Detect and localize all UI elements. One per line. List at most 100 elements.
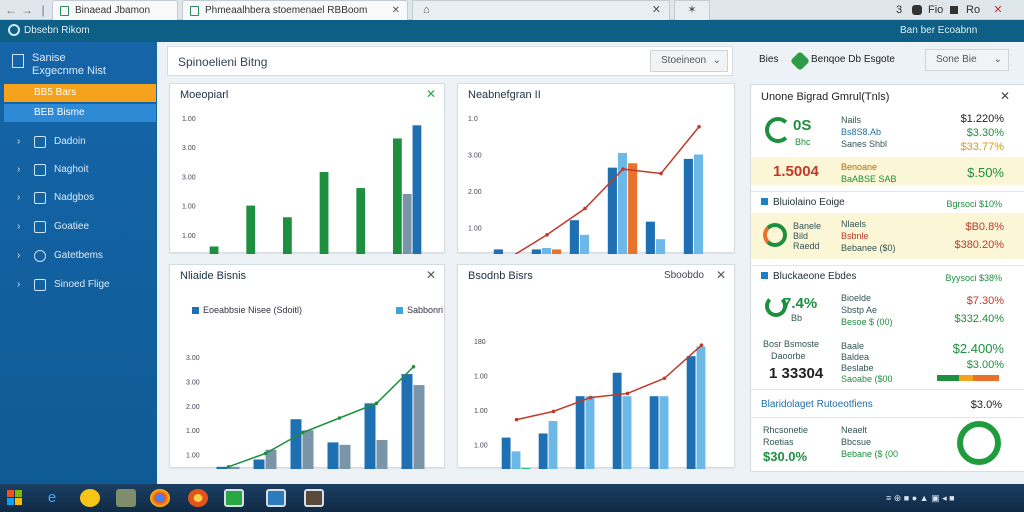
bar: [521, 467, 531, 469]
trend-point: [659, 171, 663, 176]
sidebar-tab-secondary[interactable]: BEB Bisme: [4, 104, 156, 122]
sidebar-item-label: Naghoit: [54, 164, 89, 175]
card-icon: [34, 221, 46, 233]
sidebar-item-label: Gatetbems: [54, 250, 103, 261]
main-content: Spinoelieni Bitng Stoeineon ⌄ Bies Benqo…: [157, 42, 1024, 484]
stat-label: Bebane ($ (00: [841, 449, 899, 459]
extension-icon[interactable]: [950, 6, 958, 14]
stat-label: Baale: [841, 341, 865, 351]
explorer-icon[interactable]: [80, 489, 100, 507]
stat-label: Nlaels: [841, 219, 867, 229]
stat-label: Besoe $ (00): [841, 317, 893, 327]
app-title: Dbsebn Rikom: [24, 25, 90, 36]
folder-icon[interactable]: [116, 489, 136, 507]
bar-chart-2: 1.03.002.001.001.00SatSaitSautSinolaoeMl…: [468, 116, 704, 254]
bar: [649, 396, 659, 469]
stat-label: Baldea: [841, 352, 870, 362]
bar: [253, 459, 265, 469]
page-title: Spinoelieni Bitng: [178, 55, 268, 69]
bar: [579, 234, 590, 254]
page-icon: [60, 6, 69, 16]
stat-label: Raedd: [793, 241, 820, 251]
app-logo-icon: [8, 24, 20, 36]
browser-tab-1[interactable]: Binaead Jbamon: [52, 0, 178, 20]
bar: [552, 249, 562, 254]
chrome-icon[interactable]: [150, 489, 170, 507]
bar: [501, 437, 511, 469]
divider: [751, 417, 1024, 418]
extension-icon[interactable]: [912, 5, 922, 15]
store-icon[interactable]: [304, 489, 324, 507]
stat-label: Bbcsue: [841, 437, 872, 447]
close-icon[interactable]: ✕: [392, 1, 400, 20]
edge-icon[interactable]: e: [42, 489, 62, 507]
bar-chart-1: 1.003.003.001.001.0000SaoSaiSaitSbtkNldB…: [182, 116, 422, 254]
trend-point: [545, 233, 549, 237]
chart-card-3: Nliaide Bisnis ✕ Eoeabbsie Nisee (Sdoitl…: [169, 264, 445, 469]
bar: [356, 188, 366, 254]
toolbar-text-ro[interactable]: Ro: [966, 0, 980, 20]
filter-dropdown[interactable]: Stoeineon ⌄: [650, 50, 728, 72]
close-icon[interactable]: ✕: [652, 1, 661, 20]
start-icon[interactable]: [7, 490, 23, 506]
arrow-left-icon[interactable]: ←: [4, 2, 18, 18]
arrow-right-icon[interactable]: →: [20, 2, 34, 18]
firefox-icon[interactable]: [188, 489, 208, 507]
bar: [683, 158, 693, 254]
y-tick-label: 1.00: [186, 428, 200, 435]
chevron-right-icon: ›: [17, 136, 21, 147]
browser-tab-3[interactable]: ⌂ ✕: [412, 0, 670, 20]
sidebar-item-2[interactable]: › Naghoit: [0, 160, 157, 180]
toolbar-count: 3: [896, 4, 903, 16]
filter-dropdown-value: Stoeineon: [661, 55, 707, 66]
trend-point: [588, 395, 593, 400]
sidebar-item-6[interactable]: › Sinoed Flige: [0, 275, 157, 295]
stat-big-row: 1.5004: [773, 163, 819, 180]
trend-point: [583, 206, 587, 211]
app-icon[interactable]: [224, 489, 244, 507]
app-bar: Dbsebn Rikom Ban ber Ecoabnn: [0, 20, 1024, 42]
close-window-icon[interactable]: ✕: [986, 0, 1010, 20]
bar: [628, 163, 638, 254]
sidebar-item-4[interactable]: › Goatiee: [0, 217, 157, 237]
stat-value: $3.00%: [966, 359, 1004, 371]
sidebar-item-1[interactable]: › Dadoin: [0, 132, 157, 152]
header-label-bies: Bies: [759, 54, 779, 65]
separator-icon: |: [41, 3, 45, 17]
range-dropdown[interactable]: Sone Bie ⌄: [925, 49, 1009, 71]
y-tick-label: 2.00: [186, 404, 200, 411]
stat-label: Bs8S8.Ab: [841, 127, 882, 137]
new-tab-button[interactable]: ✶: [674, 0, 710, 20]
square-icon: [34, 164, 46, 176]
trend-line: [516, 344, 703, 421]
stat-value: $2.400%: [952, 341, 1004, 356]
trend-point: [697, 124, 701, 129]
sidebar-item-label: Dadoin: [54, 136, 86, 147]
chevron-right-icon: ›: [17, 221, 21, 232]
bar: [302, 430, 314, 469]
y-tick-label: 3.00: [186, 379, 200, 386]
stat-label: Bioelde: [841, 293, 872, 303]
toolbar-text-fio[interactable]: Fio: [928, 0, 943, 20]
bar: [585, 396, 595, 469]
box-icon: [34, 136, 46, 148]
system-tray[interactable]: ≡ ⊕ ■ ● ▲ ▣ ◂ ■: [886, 484, 955, 512]
close-icon[interactable]: ✕: [1000, 89, 1010, 103]
stat-sub-3: Bb: [791, 313, 803, 323]
browser-tab-1-label: Binaead Jbamon: [75, 5, 151, 16]
stat-label: Sbstp Ae: [841, 305, 878, 315]
window-icon[interactable]: [266, 489, 286, 507]
trend-point: [226, 465, 231, 469]
trend-point: [625, 391, 630, 396]
y-tick-label: 1.00: [474, 443, 488, 450]
bar: [413, 385, 425, 469]
browser-tab-2[interactable]: Phmeaalhbera stoemenael RBBoom ✕: [182, 0, 408, 20]
app-status: Ban ber Ecoabnn: [900, 25, 978, 36]
sidebar-item-5[interactable]: › Gatetbems: [0, 246, 157, 266]
trend-point: [699, 343, 704, 347]
bar: [290, 419, 302, 469]
stat-label: Neaelt: [841, 425, 868, 435]
sidebar-item-3[interactable]: › Nadgbos: [0, 188, 157, 208]
stat-big-5: $30.0%: [763, 449, 808, 464]
sidebar-tab-active[interactable]: BB5 Bars: [4, 84, 156, 102]
